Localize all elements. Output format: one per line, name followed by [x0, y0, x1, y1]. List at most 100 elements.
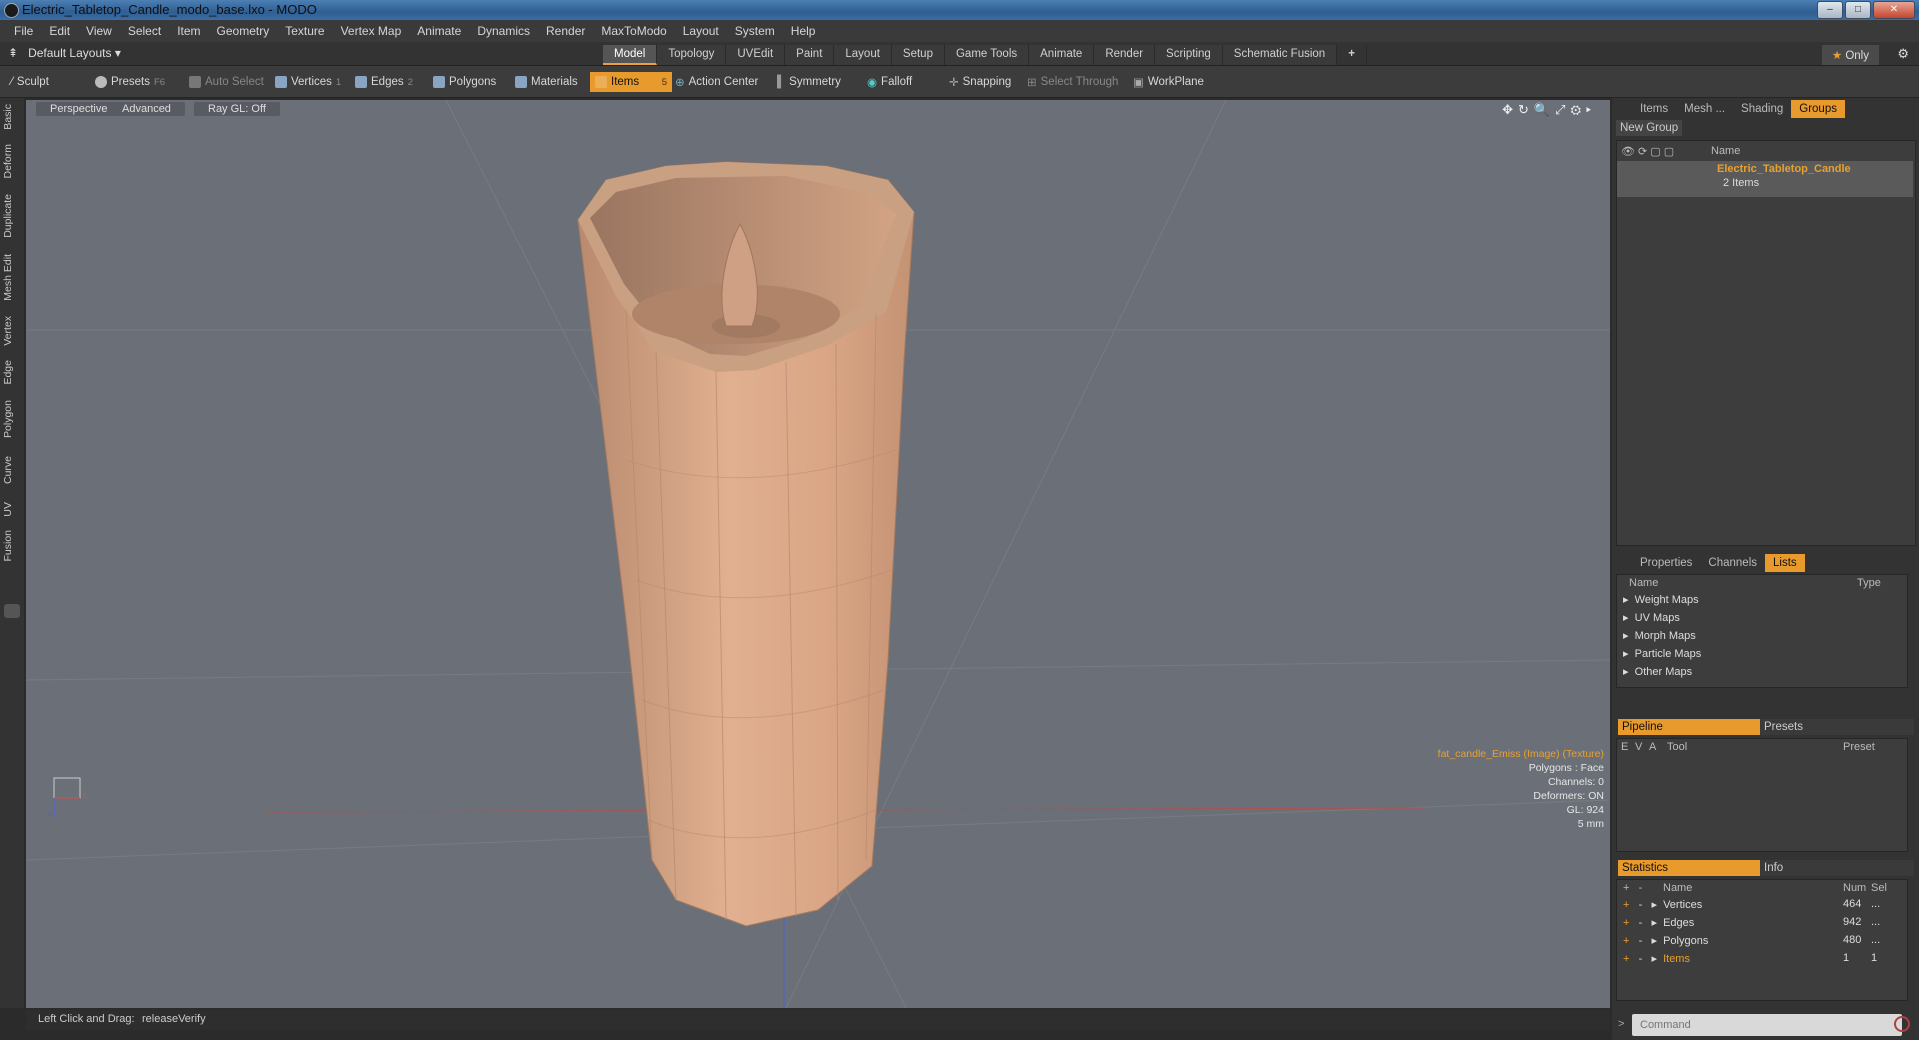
stats-row-items[interactable]: + - ▸ Items [1623, 952, 1690, 965]
minimize-button[interactable]: – [1817, 1, 1843, 19]
tab-duplicate[interactable]: Duplicate [2, 194, 22, 238]
sidebar-toggle-button[interactable] [4, 604, 20, 618]
groups-list: Name 👁 ⟳ ▢ ▢ Electric_Tabletop_Candle 2 … [1616, 140, 1916, 546]
viewport-nav-icons[interactable]: ✥↻🔍⤢⚙▸ [1502, 102, 1596, 118]
maximize-button[interactable]: □ [1845, 1, 1871, 19]
auto-select-button[interactable]: Auto Select [184, 72, 269, 92]
vertices-count: 1 [335, 76, 342, 88]
edges-button[interactable]: Edges 2 [350, 72, 418, 92]
tab-animate[interactable]: Animate [1029, 45, 1095, 65]
tab-groups[interactable]: Groups [1791, 100, 1845, 118]
tab-schematic-fusion[interactable]: Schematic Fusion [1222, 45, 1338, 65]
menu-geometry[interactable]: Geometry [209, 24, 278, 38]
menu-dynamics[interactable]: Dynamics [469, 24, 538, 38]
tab-fusion[interactable]: Fusion [2, 530, 22, 562]
list-item-uv-maps[interactable]: ▸ UV Maps [1623, 611, 1680, 624]
menu-vertex-map[interactable]: Vertex Map [333, 24, 410, 38]
menu-animate[interactable]: Animate [409, 24, 469, 38]
menu-help[interactable]: Help [783, 24, 824, 38]
raygl-toggle[interactable]: Ray GL: Off [194, 102, 280, 116]
tab-setup[interactable]: Setup [891, 45, 945, 65]
list-item-weight-maps[interactable]: ▸ Weight Maps [1623, 593, 1699, 606]
stats-row-edges[interactable]: + - ▸ Edges [1623, 916, 1694, 929]
tab-game-tools[interactable]: Game Tools [944, 45, 1030, 65]
menu-texture[interactable]: Texture [277, 24, 332, 38]
tab-topology[interactable]: Topology [657, 45, 727, 65]
tab-model[interactable]: Model [603, 45, 658, 65]
list-item-morph-maps[interactable]: ▸ Morph Maps [1623, 629, 1696, 642]
shading-mode-dropdown[interactable]: Advanced [108, 102, 185, 116]
layout-dropdown[interactable]: ⇞ Default Layouts ▾ [8, 46, 121, 60]
menu-render[interactable]: Render [538, 24, 593, 38]
close-button[interactable]: ✕ [1873, 1, 1915, 19]
menu-select[interactable]: Select [120, 24, 169, 38]
group-row[interactable]: Electric_Tabletop_Candle 2 Items [1617, 161, 1913, 197]
tab-deform[interactable]: Deform [2, 144, 22, 178]
presets-tab[interactable]: Presets [1760, 719, 1914, 735]
pipeline-tab[interactable]: Pipeline [1618, 719, 1766, 735]
tab-mesh-edit[interactable]: Mesh Edit [2, 254, 22, 301]
new-group-button[interactable]: New Group [1616, 120, 1683, 136]
info-tab[interactable]: Info [1760, 860, 1914, 876]
list-item-other-maps[interactable]: ▸ Other Maps [1623, 665, 1692, 678]
candle-mesh[interactable] [577, 161, 915, 927]
vertices-button[interactable]: Vertices 1 [270, 72, 346, 92]
materials-button[interactable]: Materials [510, 72, 583, 92]
tab-polygon[interactable]: Polygon [2, 400, 22, 438]
tab-channels[interactable]: Channels [1700, 554, 1765, 572]
axis-gizmo: x z [48, 777, 87, 818]
tab-shading[interactable]: Shading [1733, 100, 1791, 118]
polygons-button[interactable]: Polygons [428, 72, 501, 92]
sculpt-button[interactable]: ⁄ Sculpt [6, 72, 54, 92]
add-tab-icon[interactable]: + [1337, 45, 1367, 65]
tab-scripting[interactable]: Scripting [1155, 45, 1223, 65]
menu-edit[interactable]: Edit [41, 24, 78, 38]
edges-label: Edges [371, 76, 404, 88]
snapping-button[interactable]: ✛ Snapping [944, 72, 1016, 92]
menu-layout[interactable]: Layout [675, 24, 727, 38]
menu-file[interactable]: File [6, 24, 41, 38]
stats-row-vertices[interactable]: + - ▸ Vertices [1623, 898, 1702, 911]
items-button[interactable]: Items 5 [590, 72, 672, 92]
tab-edge[interactable]: Edge [2, 360, 22, 385]
workplane-button[interactable]: ▣ WorkPlane [1128, 72, 1209, 92]
tab-items[interactable]: Items [1632, 100, 1676, 118]
3d-viewport[interactable]: x z Perspective Advanced Ray GL: Off ✥↻🔍… [26, 100, 1610, 1008]
statistics-table: + - Name Num Sel + - ▸ Vertices 464 ... … [1616, 879, 1908, 1001]
record-icon[interactable] [1894, 1016, 1910, 1032]
symmetry-button[interactable]: ▌ Symmetry [772, 72, 846, 92]
pipeline-col-v: V [1635, 741, 1643, 753]
list-item-label: Particle Maps [1634, 648, 1702, 660]
tab-lists[interactable]: Lists [1765, 554, 1805, 572]
menu-item[interactable]: Item [169, 24, 208, 38]
viewport-canvas[interactable]: x z [26, 100, 1610, 1008]
select-through-button[interactable]: ⊞ Select Through [1022, 72, 1123, 92]
command-input[interactable] [1632, 1014, 1902, 1036]
snapping-label: Snapping [962, 76, 1012, 88]
list-item-particle-maps[interactable]: ▸ Particle Maps [1623, 647, 1701, 660]
tab-basic[interactable]: Basic [2, 104, 22, 130]
tab-vertex[interactable]: Vertex [2, 316, 22, 346]
tab-mesh[interactable]: Mesh ... [1676, 100, 1733, 118]
presets-button[interactable]: Presets F6 [90, 72, 170, 92]
stats-row-polygons[interactable]: + - ▸ Polygons [1623, 934, 1708, 947]
menu-maxtomodo[interactable]: MaxToModo [593, 24, 674, 38]
command-prompt-icon: > [1618, 1018, 1625, 1030]
tab-uv[interactable]: UV [2, 502, 22, 517]
only-toggle[interactable]: ★ Only [1821, 45, 1879, 65]
falloff-button[interactable]: ◉ Falloff [862, 72, 917, 92]
gear-icon[interactable]: ⚙ [1897, 46, 1909, 62]
list-item-label: UV Maps [1634, 612, 1680, 624]
tab-layout[interactable]: Layout [834, 45, 892, 65]
presets-shortcut: F6 [154, 76, 166, 88]
statistics-tab[interactable]: Statistics [1618, 860, 1766, 876]
menu-system[interactable]: System [727, 24, 783, 38]
tab-properties[interactable]: Properties [1632, 554, 1700, 572]
texture-info: fat_candle_Emiss (Image) (Texture) [1437, 748, 1604, 760]
tab-paint[interactable]: Paint [785, 45, 835, 65]
menu-view[interactable]: View [78, 24, 120, 38]
tab-uvedit[interactable]: UVEdit [726, 45, 786, 65]
tab-curve[interactable]: Curve [2, 456, 22, 484]
tab-render[interactable]: Render [1094, 45, 1156, 65]
action-center-button[interactable]: ⊕ Action Center [670, 72, 763, 92]
